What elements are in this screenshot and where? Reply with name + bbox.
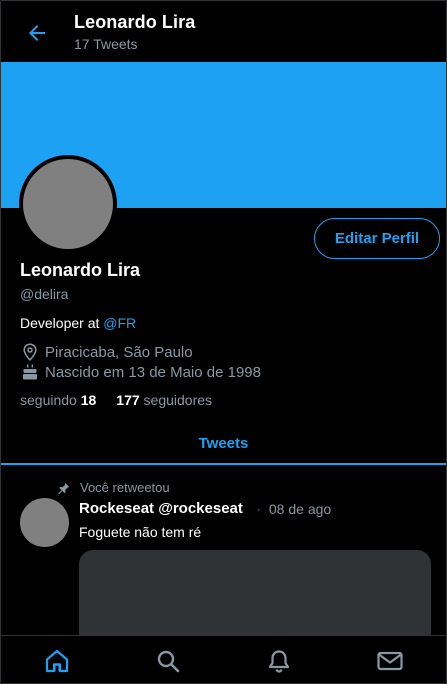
following-link[interactable]: seguindo 18 [20,392,96,408]
profile-handle: @delira [20,286,69,302]
arrow-left-icon [29,25,45,41]
nav-messages[interactable] [360,637,420,684]
bottom-nav [1,635,446,684]
followers-link[interactable]: 177 seguidores [116,392,212,408]
location-text: Piracicaba, São Paulo [45,343,193,361]
bio-text: Developer at [20,315,104,331]
tab-tweets[interactable]: Tweets [1,421,446,465]
active-tab-indicator [1,463,446,465]
nav-home[interactable] [27,637,87,684]
retweet-label: Você retweetou [80,480,170,495]
followers-count: 177 [116,392,140,408]
birth-text: Nascido em 13 de Maio de 1998 [45,363,261,381]
tweet-text: Foguete não tem ré [79,524,202,540]
birth-row: Nascido em 13 de Maio de 1998 [20,362,261,382]
tweet-author-avatar[interactable] [20,498,69,547]
retweet-indicator: Você retweetou [57,480,170,495]
mail-icon [377,651,403,670]
follow-stats: seguindo 18 177 seguidores [20,392,212,408]
followers-label: seguidores [143,392,213,408]
tweet-author[interactable]: Rockeseat @rockeseat [79,500,243,517]
tweet-time[interactable]: 08 de ago [269,501,331,517]
following-count: 18 [80,392,97,408]
location-row: Piracicaba, São Paulo [20,342,193,362]
search-icon [157,650,180,672]
nav-search[interactable] [138,637,198,684]
header-title: Leonardo Lira [74,12,196,32]
app-frame: Leonardo Lira 17 Tweets Editar Perfil Le… [0,0,447,684]
top-header: Leonardo Lira 17 Tweets [1,1,446,61]
profile-avatar[interactable] [19,155,117,253]
bell-icon [269,649,290,673]
location-pin-icon [20,342,40,362]
edit-profile-button[interactable]: Editar Perfil [314,218,440,259]
tweet-separator: · [256,501,261,516]
following-label: seguindo [20,392,77,408]
back-button[interactable] [23,19,51,47]
tweet-header: Rockeseat @rockeseat · 08 de ago [79,500,331,517]
home-icon [45,649,68,672]
profile-name: Leonardo Lira [20,260,141,280]
bio-link[interactable]: @FR [103,315,136,331]
profile-bio: Developer at @FR [20,315,136,331]
tweet-count: 17 Tweets [74,36,138,52]
pin-icon [57,481,71,495]
nav-notifications[interactable] [249,637,309,684]
cake-icon [20,362,40,382]
